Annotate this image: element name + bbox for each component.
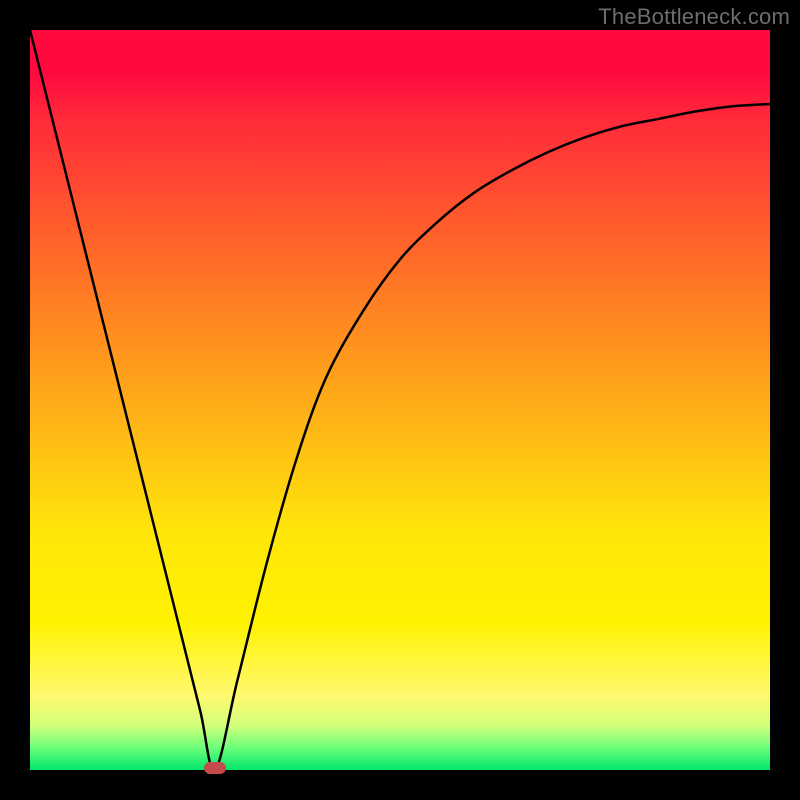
attribution-label: TheBottleneck.com — [598, 4, 790, 30]
optimal-point-marker — [204, 762, 226, 774]
plot-area — [30, 30, 770, 770]
bottleneck-curve-path — [30, 30, 770, 770]
chart-frame: TheBottleneck.com — [0, 0, 800, 800]
curve-svg — [30, 30, 770, 770]
